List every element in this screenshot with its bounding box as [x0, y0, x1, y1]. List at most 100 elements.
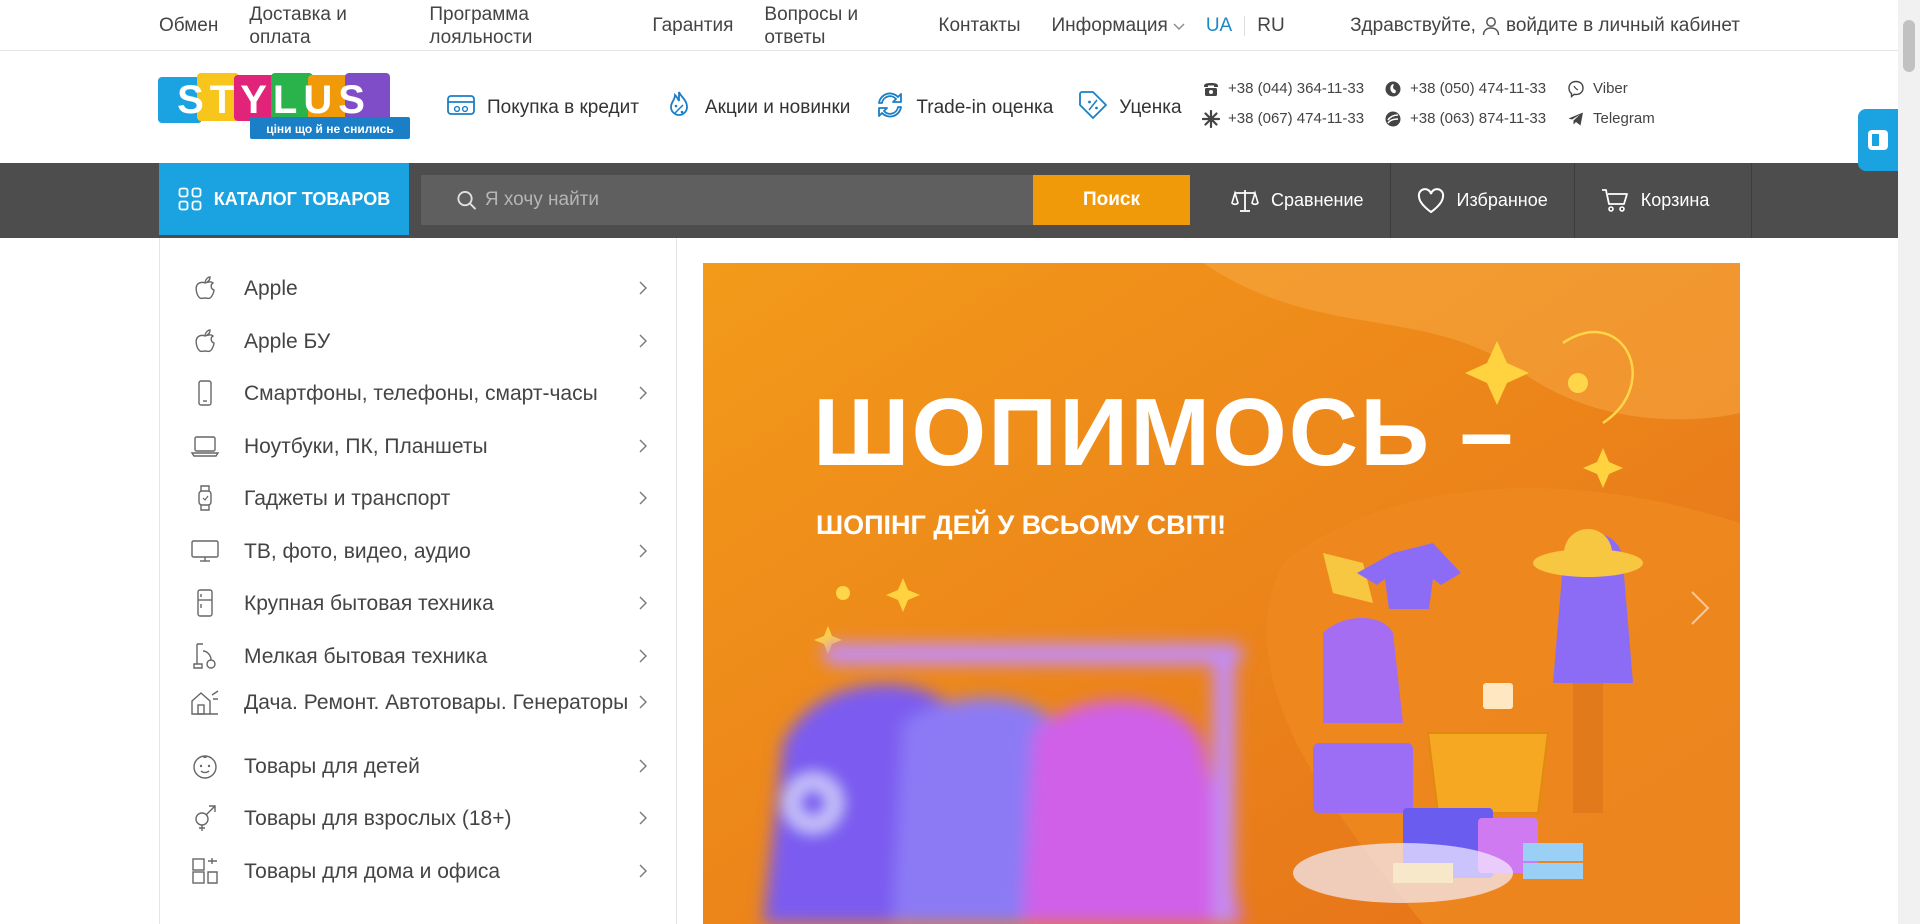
top-nav: Обмен Доставка и оплата Программа лояльн… — [159, 0, 1285, 51]
viber-label: Viber — [1593, 80, 1628, 97]
phone-050-link[interactable]: +38 (050) 474-11-33 — [1384, 78, 1567, 99]
banner-title: ШОПИМОСЬ – — [813, 379, 1516, 486]
greeting-text: Здравствуйте, — [1350, 14, 1476, 36]
category-kids[interactable]: Товары для детей — [190, 751, 650, 781]
credit-card-icon — [445, 89, 477, 127]
category-tv-audio[interactable]: ТВ, фото, видео, аудио — [190, 536, 650, 566]
side-widget-button[interactable] — [1858, 109, 1898, 171]
chevron-right-icon[interactable] — [1688, 588, 1712, 628]
category-home-office[interactable]: Товары для дома и офиса — [190, 856, 650, 886]
header-features: Покупка в кредит Акции и новинки Trade-i… — [445, 89, 1206, 127]
search-button[interactable]: Поиск — [1033, 175, 1190, 225]
cart-label: Корзина — [1640, 190, 1710, 210]
topnav-warranty-link[interactable]: Гарантия — [652, 14, 733, 37]
discount-tag-icon — [1077, 89, 1109, 127]
login-area: Здравствуйте, войдите в личный кабинет — [1350, 0, 1740, 51]
phone-063-label: +38 (063) 874-11-33 — [1410, 110, 1547, 127]
chevron-right-icon — [639, 649, 647, 663]
promo-banner[interactable]: ШОПИМОСЬ – ШОПІНГ ДЕЙ У ВСЬОМУ СВІТІ! — [703, 263, 1740, 924]
phone-063-link[interactable]: +38 (063) 874-11-33 — [1384, 108, 1567, 129]
chevron-right-icon — [639, 811, 647, 825]
main-navbar: КАТАЛОГ ТОВАРОВ Поиск Сравнение Избранно… — [0, 163, 1898, 238]
category-apple-used[interactable]: Apple БУ — [190, 326, 650, 356]
topnav-info-dropdown[interactable]: Информация — [1051, 14, 1185, 37]
phone-044-link[interactable]: +38 (044) 364-11-33 — [1202, 78, 1384, 99]
fridge-icon — [190, 588, 220, 618]
user-icon — [1482, 16, 1500, 35]
login-link[interactable]: войдите в личный кабинет — [1506, 15, 1740, 37]
category-adults[interactable]: Товары для взрослых (18+) — [190, 803, 650, 833]
category-home-office-label: Товары для дома и офиса — [244, 859, 501, 883]
page-scrollbar[interactable] — [1898, 0, 1920, 924]
search-input[interactable] — [484, 189, 1033, 211]
chat-widget-icon — [1868, 130, 1888, 150]
category-large-appliances[interactable]: Крупная бытовая техника — [190, 588, 650, 618]
smartphone-icon — [190, 378, 220, 408]
category-kids-label: Товары для детей — [244, 754, 420, 778]
banner-artwork — [703, 263, 1740, 924]
apple-icon — [190, 326, 220, 356]
topnav-contacts-link[interactable]: Контакты — [938, 14, 1020, 37]
category-apple-label: Apple — [244, 276, 298, 300]
phone-icon — [1204, 82, 1218, 96]
telegram-link[interactable]: Telegram — [1567, 108, 1687, 129]
chevron-right-icon — [639, 386, 647, 400]
chevron-down-icon — [1173, 23, 1185, 30]
phone-067-label: +38 (067) 474-11-33 — [1228, 110, 1365, 127]
category-apple-used-label: Apple БУ — [244, 329, 331, 353]
phone-067-link[interactable]: +38 (067) 474-11-33 — [1202, 108, 1384, 129]
stylus-logo[interactable]: STYLUS ціни що й не снились — [158, 69, 410, 141]
gender-icon — [190, 803, 220, 833]
topnav-loyalty-link[interactable]: Программа лояльности — [429, 3, 569, 49]
chevron-right-icon — [639, 281, 647, 295]
lang-ru-link[interactable]: RU — [1257, 15, 1284, 37]
scrollbar-thumb[interactable] — [1903, 20, 1915, 72]
catalog-button[interactable]: КАТАЛОГ ТОВАРОВ — [159, 163, 409, 235]
logo-graphic: STYLUS ціни що й не снились — [158, 73, 410, 139]
viber-link[interactable]: Viber — [1567, 78, 1687, 99]
vodafone-icon — [1385, 81, 1401, 96]
exchange-icon — [874, 89, 906, 127]
credit-purchase-link[interactable]: Покупка в кредит — [445, 89, 639, 127]
contact-phones: +38 (044) 364-11-33 +38 (050) 474-11-33 … — [1202, 78, 1687, 129]
category-laptops[interactable]: Ноутбуки, ПК, Планшеты — [190, 431, 650, 461]
category-large-appliances-label: Крупная бытовая техника — [244, 591, 494, 615]
topnav-exchange-link[interactable]: Обмен — [159, 14, 218, 37]
smartwatch-icon — [190, 483, 220, 513]
header: STYLUS ціни що й не снились Покупка в кр… — [0, 51, 1898, 163]
category-smartphones[interactable]: Смартфоны, телефоны, смарт-часы — [190, 378, 650, 408]
kyivstar-icon — [1202, 109, 1220, 128]
lifecell-icon — [1385, 111, 1401, 126]
lang-divider — [1244, 15, 1246, 36]
category-garden-repair-label: Дача. Ремонт. Автотовары. Генераторы — [244, 690, 629, 714]
markdown-link[interactable]: Уценка — [1077, 89, 1182, 127]
cart-link[interactable]: Корзина — [1573, 163, 1752, 238]
topnav-info-label: Информация — [1051, 15, 1168, 36]
grid-icon — [178, 187, 202, 211]
chevron-right-icon — [639, 334, 647, 348]
category-gadgets-label: Гаджеты и транспорт — [244, 486, 451, 510]
scales-icon — [1231, 189, 1259, 212]
category-gadgets[interactable]: Гаджеты и транспорт — [190, 483, 650, 513]
language-switcher: UA RU — [1206, 15, 1285, 37]
banner-subtitle: ШОПІНГ ДЕЙ У ВСЬОМУ СВІТІ! — [816, 510, 1227, 540]
favorites-label: Избранное — [1456, 190, 1548, 210]
category-smartphones-label: Смартфоны, телефоны, смарт-часы — [244, 381, 598, 405]
category-apple[interactable]: Apple — [190, 273, 650, 303]
trade-in-link[interactable]: Trade-in оценка — [874, 89, 1053, 127]
chevron-right-icon — [639, 491, 647, 505]
category-garden-repair[interactable]: Дача. Ремонт. Автотовары. Генераторы — [190, 687, 650, 717]
category-tv-audio-label: ТВ, фото, видео, аудио — [244, 539, 471, 563]
category-small-appliances[interactable]: Мелкая бытовая техника — [190, 641, 650, 671]
topnav-delivery-link[interactable]: Доставка и оплата — [249, 3, 379, 49]
topnav-faq-link[interactable]: Вопросы и ответы — [764, 3, 874, 49]
promotions-link[interactable]: Акции и новинки — [663, 89, 850, 127]
favorites-link[interactable]: Избранное — [1389, 163, 1574, 238]
home-office-icon — [190, 856, 220, 886]
lang-ua-link[interactable]: UA — [1206, 15, 1232, 37]
navbar-links: Сравнение Избранное Корзина — [1207, 163, 1752, 238]
logo-tagline: ціни що й не снились — [266, 122, 394, 136]
compare-link[interactable]: Сравнение — [1207, 163, 1390, 238]
chevron-right-icon — [639, 544, 647, 558]
cart-icon — [1601, 188, 1628, 212]
